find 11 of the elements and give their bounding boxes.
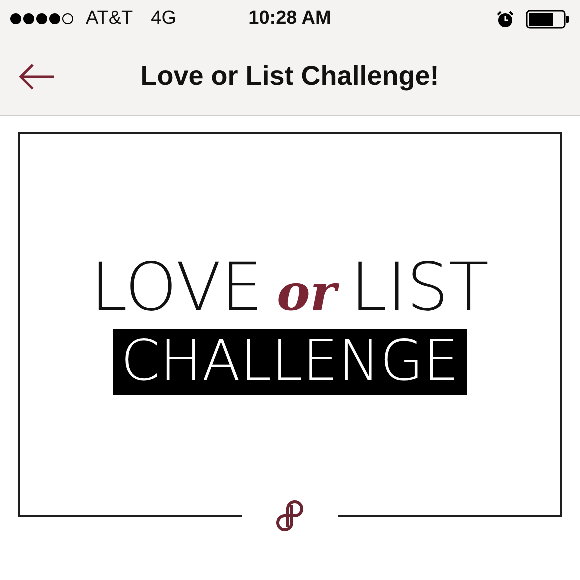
- carrier-name: AT&T: [86, 8, 134, 30]
- banner-heading: CHALLENGE: [113, 329, 467, 395]
- banner-word: LIST: [350, 255, 490, 322]
- clock-time: 10:28 AM: [248, 8, 332, 30]
- alarm-clock-icon: [497, 10, 514, 28]
- network-type: 4G: [151, 8, 177, 30]
- banner-word: LOVE: [90, 255, 263, 322]
- battery-icon: [526, 10, 570, 28]
- page-title: Love or List Challenge!: [140, 61, 440, 92]
- back-arrow-icon[interactable]: [18, 62, 56, 90]
- banner-script-word: or: [276, 268, 337, 318]
